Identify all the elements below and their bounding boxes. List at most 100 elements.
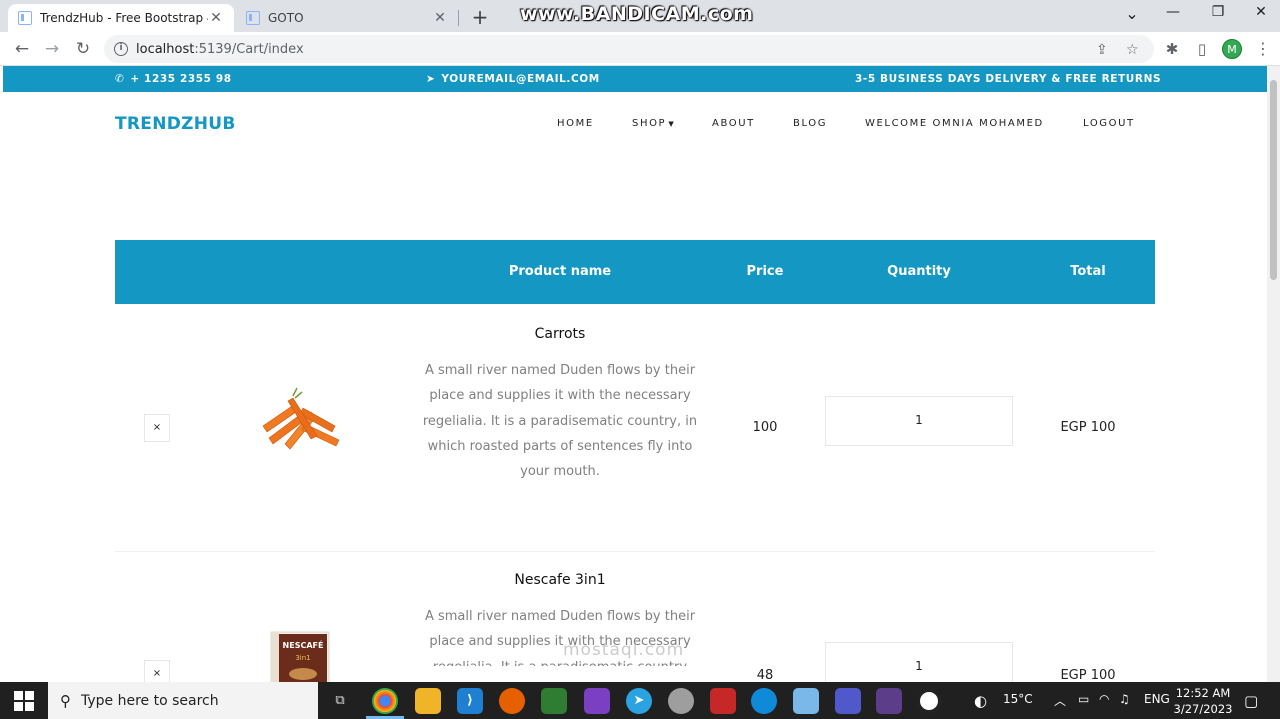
profile-avatar[interactable]: M bbox=[1222, 39, 1242, 59]
task-view-icon[interactable]: ⧉ bbox=[327, 688, 353, 714]
header-quantity: Quantity bbox=[887, 264, 951, 279]
tab-trendzhub[interactable]: TrendzHub - Free Bootstrap 4 Te ✕ bbox=[8, 4, 234, 32]
tab-title: TrendzHub - Free Bootstrap 4 Te bbox=[40, 11, 208, 25]
input-language[interactable]: ENG bbox=[1144, 692, 1170, 706]
phone-icon: ✆ bbox=[115, 73, 125, 85]
visual-studio-icon[interactable] bbox=[584, 688, 610, 714]
svg-text:NESCAFÉ: NESCAFÉ bbox=[283, 639, 324, 650]
back-arrow-icon[interactable]: ← bbox=[10, 37, 34, 61]
nav-welcome-user[interactable]: WELCOME OMNIA MOHAMED bbox=[865, 118, 1044, 129]
reload-icon[interactable]: ↻ bbox=[71, 37, 95, 61]
page-favicon-icon bbox=[246, 11, 260, 25]
url-path: :5139/Cart/index bbox=[194, 41, 304, 57]
clock-time: 12:52 AM bbox=[1175, 686, 1231, 700]
taskbar-search-input[interactable]: ⚲ Type here to search bbox=[48, 682, 318, 719]
wifi-icon[interactable]: ◠ bbox=[1099, 692, 1109, 706]
forward-arrow-icon[interactable]: → bbox=[40, 37, 64, 61]
restore-button[interactable]: ❐ bbox=[1203, 4, 1233, 20]
close-window-button[interactable]: ✕ bbox=[1246, 4, 1276, 20]
bookmark-star-icon[interactable]: ☆ bbox=[1126, 42, 1139, 58]
nescafe-product-image: NESCAFÉ 3in1 bbox=[270, 631, 330, 682]
tray-chevron-icon[interactable]: ︿ bbox=[1054, 692, 1066, 709]
product-price: 100 bbox=[752, 420, 778, 435]
quantity-input[interactable]: 1 bbox=[825, 396, 1013, 446]
nav-blog[interactable]: BLOG bbox=[793, 118, 827, 129]
taskbar-clock[interactable]: 12:52 AM 3/27/2023 bbox=[1168, 685, 1238, 717]
svg-text:3in1: 3in1 bbox=[295, 654, 310, 662]
network-icon[interactable]: ▭ bbox=[1078, 692, 1089, 706]
firefox-icon[interactable] bbox=[499, 688, 525, 714]
weather-icon[interactable]: ◐ bbox=[974, 692, 987, 710]
product-name: Nescafe 3in1 bbox=[514, 572, 606, 588]
email-text: YOUREMAIL@EMAIL.COM bbox=[441, 73, 600, 85]
nav-shop[interactable]: SHOP ▼ bbox=[632, 118, 674, 129]
chrome-app-icon[interactable] bbox=[372, 688, 398, 714]
notes-app-icon[interactable] bbox=[793, 688, 819, 714]
quantity-value: 1 bbox=[915, 413, 923, 427]
overlay-watermark: mostaql.com bbox=[563, 640, 685, 660]
volume-icon[interactable]: ♫ bbox=[1119, 692, 1130, 706]
address-bar[interactable]: i localhost:5139/Cart/index ⇪ ☆ bbox=[104, 35, 1154, 63]
product-total: EGP 100 bbox=[1060, 420, 1116, 435]
tab-title: GOTO bbox=[268, 11, 304, 25]
edge-icon[interactable] bbox=[751, 688, 777, 714]
notification-icon[interactable]: ▢ bbox=[1244, 692, 1258, 710]
new-tab-button[interactable]: + bbox=[470, 5, 490, 29]
caret-down-icon: ▼ bbox=[666, 120, 674, 128]
topbar-delivery: 3-5 BUSINESS DAYS DELIVERY & FREE RETURN… bbox=[855, 73, 1162, 85]
nav-logout[interactable]: LOGOUT bbox=[1083, 118, 1135, 129]
page-viewport: ✆ + 1235 2355 98 ➤ YOUREMAIL@EMAIL.COM 3-5… bbox=[3, 66, 1267, 682]
browser-toolbar: ← → ↻ i localhost:5139/Cart/index ⇪ ☆ ✱ … bbox=[0, 32, 1280, 66]
app-icon[interactable] bbox=[668, 688, 694, 714]
windows-start-icon[interactable] bbox=[14, 691, 34, 711]
telegram-icon[interactable]: ➤ bbox=[626, 688, 652, 714]
scrollbar-thumb[interactable] bbox=[1270, 80, 1277, 280]
product-name: Carrots bbox=[534, 326, 586, 342]
weather-temperature[interactable]: 15°C bbox=[1003, 692, 1033, 706]
tab-divider bbox=[458, 10, 459, 26]
header-product-name: Product name bbox=[508, 264, 612, 279]
search-placeholder: Type here to search bbox=[81, 692, 219, 709]
side-panel-icon[interactable]: ▯ bbox=[1190, 37, 1214, 61]
windows-taskbar: ⚲ Type here to search ⧉ ⟩ ➤ ◐ 15°C ︿ ▭ ◠… bbox=[0, 682, 1280, 719]
paper-plane-icon: ➤ bbox=[426, 73, 436, 85]
record-icon[interactable] bbox=[916, 688, 942, 714]
recorder-watermark: www.BANDICAM.com bbox=[520, 3, 754, 25]
cart-row: × Carrots A small river named Duden flow… bbox=[115, 304, 1155, 550]
brand-logo[interactable]: TRENDZHUB bbox=[115, 114, 236, 134]
contact-topbar: ✆ + 1235 2355 98 ➤ YOUREMAIL@EMAIL.COM 3-5… bbox=[3, 66, 1267, 92]
topbar-email: ➤ YOUREMAIL@EMAIL.COM bbox=[426, 73, 600, 85]
excel-tool-icon[interactable] bbox=[541, 688, 567, 714]
carrots-product-image bbox=[262, 387, 340, 450]
tab-search-button[interactable]: ⌄ bbox=[1117, 4, 1147, 23]
vscode-icon[interactable]: ⟩ bbox=[457, 688, 483, 714]
product-description: A small river named Duden flows by their… bbox=[422, 363, 698, 480]
browser-menu-icon[interactable]: ⋮ bbox=[1251, 37, 1275, 61]
tab-goto[interactable]: GOTO ✕ bbox=[236, 4, 458, 32]
tab-close-icon[interactable]: ✕ bbox=[208, 10, 224, 26]
terminal-icon[interactable] bbox=[876, 688, 902, 714]
remove-item-button[interactable]: × bbox=[144, 660, 170, 682]
quantity-input[interactable]: 1 bbox=[825, 642, 1013, 682]
bandicam-icon[interactable] bbox=[710, 688, 736, 714]
remove-item-button[interactable]: × bbox=[144, 414, 170, 442]
site-info-icon[interactable]: i bbox=[114, 42, 128, 56]
cart-table-header: Product name Price Quantity Total bbox=[115, 240, 1155, 304]
nav-home[interactable]: HOME bbox=[557, 118, 594, 129]
file-explorer-icon[interactable] bbox=[415, 688, 441, 714]
search-icon: ⚲ bbox=[60, 691, 71, 710]
minimize-button[interactable]: — bbox=[1158, 4, 1188, 20]
phone-text: + 1235 2355 98 bbox=[130, 73, 232, 85]
page-scrollbar[interactable] bbox=[1267, 66, 1280, 682]
share-icon[interactable]: ⇪ bbox=[1096, 42, 1108, 58]
tab-close-icon[interactable]: ✕ bbox=[432, 10, 448, 26]
page-favicon-icon bbox=[18, 11, 32, 25]
extensions-puzzle-icon[interactable]: ✱ bbox=[1160, 37, 1184, 61]
nav-about[interactable]: ABOUT bbox=[712, 118, 755, 129]
browser-tab-strip: TrendzHub - Free Bootstrap 4 Te ✕ GOTO ✕… bbox=[0, 0, 1280, 32]
nav-shop-label: SHOP bbox=[632, 118, 667, 129]
quantity-value: 1 bbox=[915, 659, 923, 673]
teams-icon[interactable] bbox=[835, 688, 861, 714]
product-total: EGP 100 bbox=[1060, 668, 1116, 682]
topbar-phone: ✆ + 1235 2355 98 bbox=[115, 73, 232, 85]
